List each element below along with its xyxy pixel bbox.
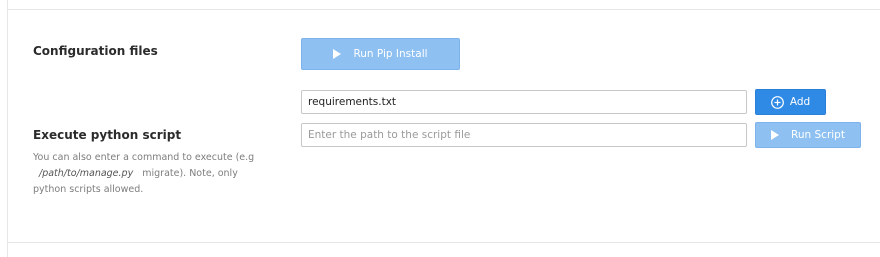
add-button[interactable]: Add xyxy=(755,89,826,115)
execute-python-script-heading: Execute python script xyxy=(33,128,182,142)
help-text-path: /path/to/manage.py xyxy=(39,168,134,179)
requirements-file-input[interactable] xyxy=(301,90,747,114)
bottom-divider xyxy=(8,242,880,243)
help-text-prefix: You can also enter a command to execute … xyxy=(33,152,255,163)
run-pip-install-label: Run Pip Install xyxy=(353,48,428,60)
plus-circle-icon xyxy=(770,95,784,109)
script-path-input[interactable] xyxy=(301,123,747,147)
run-pip-install-button[interactable]: Run Pip Install xyxy=(301,38,460,70)
run-script-label: Run Script xyxy=(791,129,845,141)
run-script-button[interactable]: Run Script xyxy=(755,122,861,148)
play-icon xyxy=(333,49,342,59)
configuration-files-heading: Configuration files xyxy=(33,44,158,58)
top-divider xyxy=(8,9,880,10)
execute-help-text: You can also enter a command to execute … xyxy=(33,150,273,198)
settings-panel: Configuration files Run Pip Install Add … xyxy=(0,0,880,257)
add-button-label: Add xyxy=(789,96,811,108)
panel-left-border xyxy=(7,0,8,257)
play-icon xyxy=(771,130,780,140)
